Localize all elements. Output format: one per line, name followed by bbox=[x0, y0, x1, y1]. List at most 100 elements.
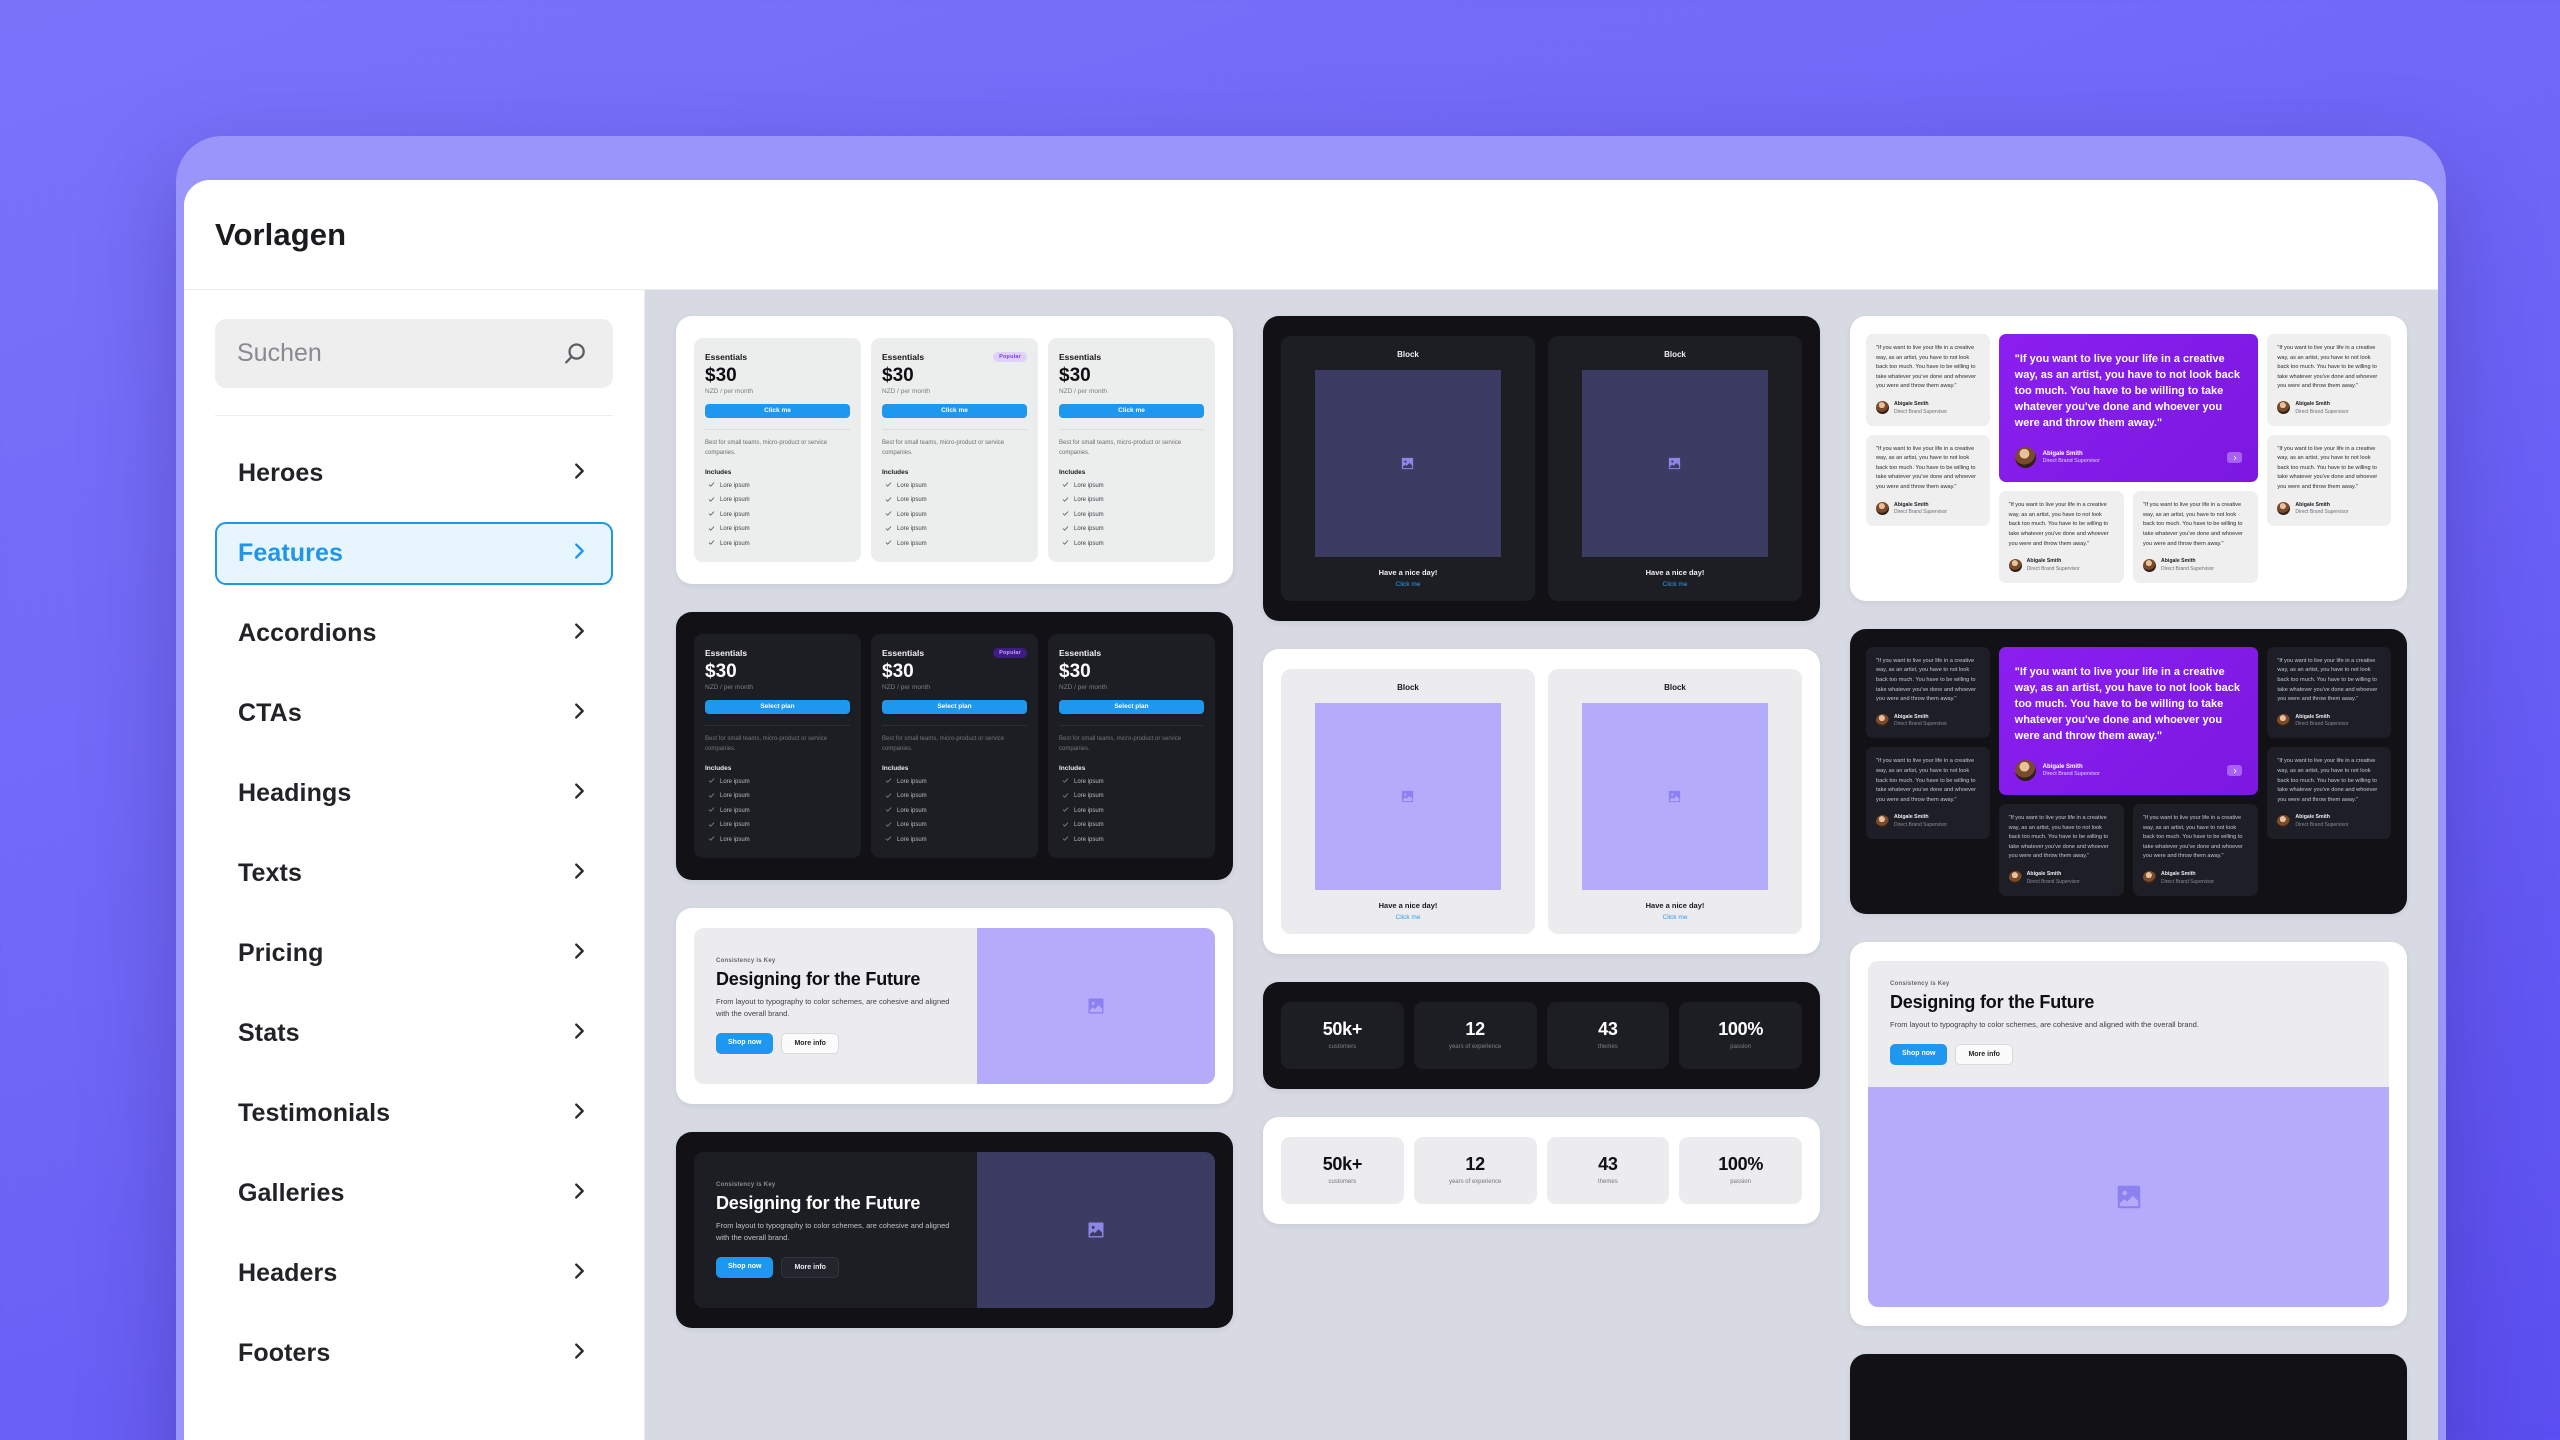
pricing-plan-card[interactable]: Essentials $30 NZD / per month Select plan B… bbox=[1048, 634, 1215, 859]
more-info-button[interactable]: More info bbox=[1955, 1043, 2013, 1065]
stat-label: passion bbox=[1730, 1178, 1751, 1185]
testimonial-card[interactable]: "If you want to live your life in a crea… bbox=[1866, 747, 1990, 839]
sidebar-item-stats[interactable]: Stats bbox=[215, 1002, 613, 1065]
search-input[interactable] bbox=[237, 339, 559, 368]
sidebar-item-ctas[interactable]: CTAs bbox=[215, 682, 613, 745]
plan-cta-button[interactable]: Select plan bbox=[1059, 699, 1204, 714]
pricing-plan-card[interactable]: Essentials Popular $30 NZD / per month Click… bbox=[871, 338, 1038, 563]
block-link[interactable]: Click me bbox=[1294, 581, 1522, 588]
testimonial-card[interactable]: "If you want to live your life in a crea… bbox=[1866, 334, 1990, 426]
plan-feature: Lore ipsum bbox=[1059, 777, 1204, 786]
sidebar-item-texts[interactable]: Texts bbox=[215, 842, 613, 905]
plan-cta-button[interactable]: Select plan bbox=[705, 699, 850, 714]
testimonial-column: "If you want to live your life in a crea… bbox=[1998, 491, 2124, 583]
testimonial-author: Abigale Smith Direct Brand Supervisor bbox=[1876, 502, 1980, 515]
chevron-right-icon bbox=[568, 1180, 590, 1207]
block-link[interactable]: Click me bbox=[1294, 914, 1522, 921]
template-card-stats-light[interactable]: 50k+ customers 12 years of experience 43 them… bbox=[1263, 1116, 1820, 1224]
block-title: Block bbox=[1397, 682, 1419, 692]
testimonial-card[interactable]: "If you want to live your life in a crea… bbox=[2133, 804, 2259, 896]
shop-now-button[interactable]: Shop now bbox=[1890, 1043, 1948, 1065]
sidebar-item-testimonials[interactable]: Testimonials bbox=[215, 1082, 613, 1145]
template-card-pricing-dark[interactable]: Essentials $30 NZD / per month Select plan B… bbox=[676, 612, 1233, 881]
template-card-bottom-dark[interactable] bbox=[1850, 1353, 2407, 1440]
sidebar-item-headings[interactable]: Headings bbox=[215, 762, 613, 825]
template-card-pricing-light[interactable]: Essentials $30 NZD / per month Click me Best… bbox=[676, 316, 1233, 585]
plan-feature: Lore ipsum bbox=[1059, 821, 1204, 830]
plan-feature: Lore ipsum bbox=[705, 835, 850, 844]
testimonial-card[interactable]: "If you want to live your life in a crea… bbox=[2267, 646, 2391, 739]
plan-cta-button[interactable]: Select plan bbox=[882, 699, 1027, 714]
template-card-block-light[interactable]: Block Have a nice day! Click me Block Have a… bbox=[1263, 648, 1820, 954]
stat-value: 12 bbox=[1465, 1153, 1485, 1174]
check-icon bbox=[708, 510, 715, 519]
plan-period: NZD / per month bbox=[882, 387, 931, 395]
testimonial-card[interactable]: "If you want to live your life in a crea… bbox=[2133, 491, 2259, 583]
template-card-hero-stacked-light[interactable]: Consistency is Key Designing for the Futu… bbox=[1850, 941, 2407, 1326]
testimonial-quote: "If you want to live your life in a crea… bbox=[2014, 665, 2241, 742]
block-card[interactable]: Block Have a nice day! Click me bbox=[1281, 336, 1535, 601]
plan-cta-button[interactable]: Click me bbox=[1059, 403, 1204, 418]
testimonial-quote: "If you want to live your life in a crea… bbox=[2277, 758, 2378, 803]
image-placeholder-icon bbox=[976, 1152, 1215, 1309]
testimonial-card[interactable]: "If you want to live your life in a crea… bbox=[1998, 804, 2124, 896]
template-card-stats-dark[interactable]: 50k+ customers 12 years of experience 43 them… bbox=[1263, 981, 1820, 1089]
sidebar-item-accordions[interactable]: Accordions bbox=[215, 602, 613, 665]
template-card-testimonials-light[interactable]: "If you want to live your life in a crea… bbox=[1850, 316, 2407, 601]
testimonial-card[interactable]: "If you want to live your life in a crea… bbox=[2267, 434, 2391, 527]
testimonial-card[interactable]: "If you want to live your life in a crea… bbox=[2267, 747, 2391, 839]
template-card-hero-light[interactable]: Consistency is Key Designing for the Futu… bbox=[676, 908, 1233, 1105]
author-role: Direct Brand Supervisor bbox=[2026, 565, 2080, 572]
testimonial-card-featured[interactable]: "If you want to live your life in a crea… bbox=[1998, 646, 2259, 796]
testimonial-author: Abigale Smith Direct Brand Supervisor bbox=[2277, 814, 2381, 828]
avatar bbox=[2143, 871, 2156, 885]
block-card[interactable]: Block Have a nice day! Click me bbox=[1548, 668, 1802, 934]
plan-period: NZD / per month bbox=[1059, 387, 1108, 395]
template-gallery[interactable]: Essentials $30 NZD / per month Click me Best… bbox=[645, 290, 2438, 1440]
template-card-block-dark[interactable]: Block Have a nice day! Click me Block Have a… bbox=[1263, 316, 1820, 621]
pricing-plan-card[interactable]: Essentials $30 NZD / per month Click me Best… bbox=[1048, 338, 1215, 563]
testimonial-card[interactable]: "If you want to live your life in a crea… bbox=[1866, 646, 1990, 739]
more-info-button[interactable]: More info bbox=[781, 1033, 839, 1055]
shop-now-button[interactable]: Shop now bbox=[716, 1033, 774, 1055]
hero-eyebrow: Consistency is Key bbox=[716, 958, 776, 965]
chevron-right-icon[interactable] bbox=[2227, 452, 2243, 464]
hero-subtitle: From layout to typography to color schem… bbox=[716, 1221, 950, 1243]
testimonial-card[interactable]: "If you want to live your life in a crea… bbox=[2267, 334, 2391, 426]
stat-card: 12 years of experience bbox=[1413, 1136, 1537, 1204]
testimonial-card-featured[interactable]: "If you want to live your life in a crea… bbox=[1998, 334, 2259, 483]
block-link[interactable]: Click me bbox=[1561, 581, 1789, 588]
template-card-hero-dark[interactable]: Consistency is Key Designing for the Futu… bbox=[676, 1132, 1233, 1329]
sidebar-item-footers[interactable]: Footers bbox=[215, 1322, 613, 1385]
pricing-plan-card[interactable]: Essentials $30 NZD / per month Click me Best… bbox=[694, 338, 861, 563]
plan-feature: Lore ipsum bbox=[705, 539, 850, 548]
template-card-testimonials-dark[interactable]: "If you want to live your life in a crea… bbox=[1850, 628, 2407, 914]
testimonial-card[interactable]: "If you want to live your life in a crea… bbox=[1998, 491, 2124, 583]
plan-cta-button[interactable]: Click me bbox=[882, 403, 1027, 418]
plan-feature: Lore ipsum bbox=[1059, 496, 1204, 505]
testimonial-quote: "If you want to live your life in a crea… bbox=[1876, 345, 1976, 390]
block-card[interactable]: Block Have a nice day! Click me bbox=[1281, 668, 1535, 934]
chevron-right-icon[interactable] bbox=[2227, 765, 2243, 777]
plan-period: NZD / per month bbox=[882, 683, 931, 691]
sidebar-item-label: Stats bbox=[238, 1019, 300, 1047]
testimonial-card[interactable]: "If you want to live your life in a crea… bbox=[1866, 434, 1990, 527]
hero-title: Designing for the Future bbox=[716, 1193, 921, 1214]
block-card[interactable]: Block Have a nice day! Click me bbox=[1548, 336, 1802, 601]
pricing-plan-card[interactable]: Essentials Popular $30 NZD / per month Selec… bbox=[871, 634, 1038, 859]
plan-price: $30 bbox=[705, 661, 737, 683]
sidebar-item-pricing[interactable]: Pricing bbox=[215, 922, 613, 985]
check-icon bbox=[708, 777, 715, 786]
sidebar-item-headers[interactable]: Headers bbox=[215, 1242, 613, 1305]
sidebar-item-heroes[interactable]: Heroes bbox=[215, 442, 613, 505]
plan-period: NZD / per month bbox=[1059, 683, 1108, 691]
plan-cta-button[interactable]: Click me bbox=[705, 403, 850, 418]
more-info-button[interactable]: More info bbox=[781, 1257, 839, 1279]
search-box[interactable] bbox=[215, 319, 613, 388]
sidebar-item-galleries[interactable]: Galleries bbox=[215, 1162, 613, 1225]
shop-now-button[interactable]: Shop now bbox=[716, 1257, 774, 1279]
sidebar-item-features[interactable]: Features bbox=[215, 522, 613, 585]
plan-feature: Lore ipsum bbox=[882, 539, 1027, 548]
block-link[interactable]: Click me bbox=[1561, 914, 1789, 921]
pricing-plan-card[interactable]: Essentials $30 NZD / per month Select plan B… bbox=[694, 634, 861, 859]
